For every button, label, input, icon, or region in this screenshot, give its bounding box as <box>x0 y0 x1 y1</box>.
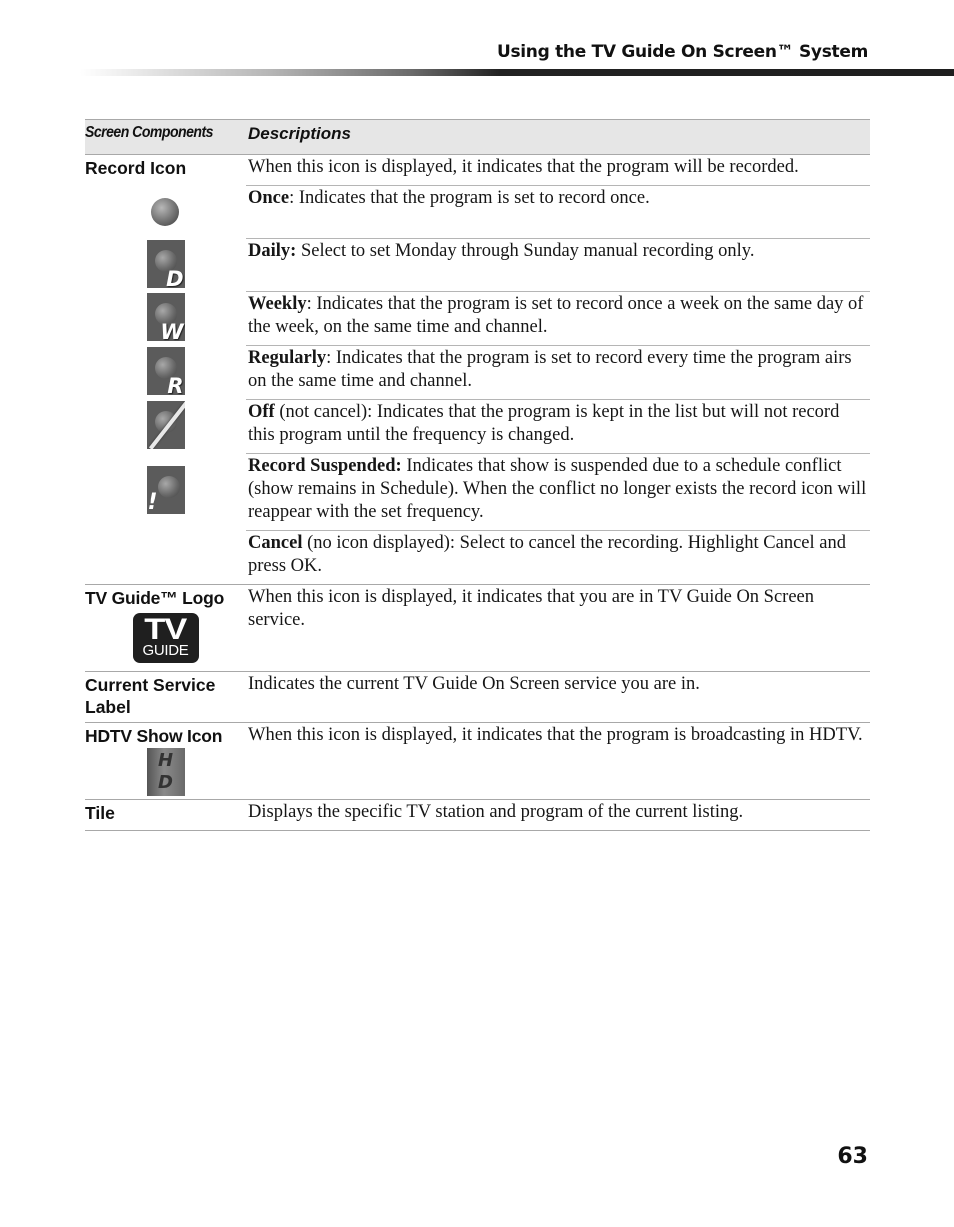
table-row-record-suspended: ! Record Suspended: Indicates that show … <box>85 453 870 531</box>
logo-tv-text: TV <box>144 613 188 646</box>
description-weekly: Weekly: Indicates that the program is se… <box>246 292 870 345</box>
daily-letter: D <box>166 266 184 288</box>
term-cancel: Cancel <box>248 533 303 553</box>
description-cell: When this icon is displayed, it indicate… <box>246 584 870 672</box>
hd-letter-h: H <box>157 750 174 771</box>
description-cell: When this icon is displayed, it indicate… <box>246 154 870 186</box>
hd-letter-d: D <box>158 772 173 793</box>
running-header-title: Using the TV Guide On Screen™ System <box>496 42 868 62</box>
description-record-suspended: Record Suspended: Indicates that show is… <box>246 454 870 530</box>
table-row-record-icon: Record Icon When this icon is displayed,… <box>85 154 870 186</box>
description-off: Off (not cancel): Indicates that the pro… <box>246 400 870 453</box>
table-row-cancel: Cancel (no icon displayed): Select to ca… <box>85 530 870 585</box>
table-row-hdtv-show-icon: HDTV Show Icon H D When this icon is dis… <box>85 722 870 800</box>
description-cell: Displays the specific TV station and pro… <box>246 799 870 831</box>
component-label-tile: Tile <box>85 803 115 823</box>
description-cell: Regularly: Indicates that the program is… <box>246 345 870 400</box>
description-cell: Daily: Select to set Monday through Sund… <box>246 238 870 292</box>
icon-cell: ! <box>85 454 246 531</box>
description-cell: Record Suspended: Indicates that show is… <box>246 453 870 531</box>
description-cell: Once: Indicates that the program is set … <box>246 185 870 239</box>
table-row-weekly: W Weekly: Indicates that the program is … <box>85 291 870 346</box>
icon-cell: W <box>85 292 246 346</box>
text-daily: Select to set Monday through Sunday manu… <box>296 241 755 261</box>
description-cell: Off (not cancel): Indicates that the pro… <box>246 399 870 454</box>
description-cancel: Cancel (no icon displayed): Select to ca… <box>246 531 870 584</box>
record-off-icon <box>146 400 185 449</box>
record-once-icon <box>150 197 179 226</box>
term-daily: Daily: <box>248 241 297 261</box>
table-row-tvguide-logo: TV Guide™ Logo TV GUIDE When this icon i… <box>85 584 870 672</box>
page-number: 63 <box>837 1144 868 1169</box>
component-label-hdtv: HDTV Show Icon <box>85 726 223 746</box>
description-cell: Cancel (no icon displayed): Select to ca… <box>246 530 870 585</box>
text-weekly: : Indicates that the program is set to r… <box>248 294 864 337</box>
column-header-screen-components: Screen Components <box>85 119 246 155</box>
record-regularly-icon: R <box>146 346 185 395</box>
icon-cell: D <box>85 239 246 292</box>
description-cell: When this icon is displayed, it indicate… <box>246 722 870 800</box>
table-row-off: Off (not cancel): Indicates that the pro… <box>85 399 870 454</box>
component-cell: Record Icon <box>85 155 246 186</box>
table-row-current-service-label: Current Service Label Indicates the curr… <box>85 671 870 723</box>
suspended-exclamation: ! <box>147 489 158 514</box>
icon-cell-empty <box>85 530 246 585</box>
term-record-suspended: Record Suspended: <box>248 456 402 476</box>
table-row-daily: D Daily: Select to set Monday through Su… <box>85 238 870 292</box>
record-weekly-icon: W <box>146 292 185 341</box>
text-regularly: : Indicates that the program is set to r… <box>248 348 852 391</box>
description-tile: Displays the specific TV station and pro… <box>248 802 744 822</box>
slash-icon <box>148 400 185 449</box>
description-record-icon: When this icon is displayed, it indicate… <box>248 157 799 177</box>
text-once: : Indicates that the program is set to r… <box>289 188 650 208</box>
table-row-once: Once: Indicates that the program is set … <box>85 185 870 239</box>
description-current-service: Indicates the current TV Guide On Screen… <box>248 674 700 694</box>
table-header-row: Screen Components Descriptions <box>85 119 870 155</box>
column-header-text: Screen Components <box>85 124 213 141</box>
term-weekly: Weekly <box>248 294 307 314</box>
component-cell: Tile <box>85 799 246 831</box>
text-off: (not cancel): Indicates that the program… <box>248 402 840 445</box>
description-hdtv: When this icon is displayed, it indicate… <box>248 725 863 745</box>
icon-cell <box>85 186 246 239</box>
component-label-current-service: Current Service Label <box>85 675 216 717</box>
term-regularly: Regularly <box>248 348 327 368</box>
icon-cell: R <box>85 346 246 400</box>
description-daily: Daily: Select to set Monday through Sund… <box>246 239 870 269</box>
description-once: Once: Indicates that the program is set … <box>246 186 870 216</box>
record-suspended-icon: ! <box>146 465 185 514</box>
description-regularly: Regularly: Indicates that the program is… <box>246 346 870 399</box>
regularly-letter: R <box>167 373 184 395</box>
table-row-regularly: R Regularly: Indicates that the program … <box>85 345 870 400</box>
table-row-tile: Tile Displays the specific TV station an… <box>85 799 870 831</box>
component-cell: HDTV Show Icon H D <box>85 722 246 800</box>
term-off: Off <box>248 402 275 422</box>
component-label-record-icon: Record Icon <box>85 158 187 178</box>
component-label-tvguide-logo: TV Guide™ Logo <box>85 588 225 608</box>
component-cell: Current Service Label <box>85 671 246 723</box>
tvguide-logo-icon: TV GUIDE <box>132 613 199 663</box>
record-daily-icon: D <box>146 239 185 288</box>
record-ball-icon <box>157 475 180 498</box>
description-tvguide-logo: When this icon is displayed, it indicate… <box>248 587 815 630</box>
description-cell: Weekly: Indicates that the program is se… <box>246 291 870 346</box>
screen-components-table: Screen Components Descriptions Record Ic… <box>85 119 870 831</box>
icon-cell <box>85 400 246 454</box>
description-cell: Indicates the current TV Guide On Screen… <box>246 671 870 723</box>
header-gradient-rule <box>80 69 954 76</box>
term-once: Once <box>248 188 290 208</box>
column-header-descriptions: Descriptions <box>246 119 870 155</box>
hdtv-icon: H D <box>146 748 185 796</box>
text-cancel: (no icon displayed): Select to cancel th… <box>248 533 846 576</box>
component-cell: TV Guide™ Logo TV GUIDE <box>85 584 246 672</box>
weekly-letter: W <box>160 319 184 341</box>
